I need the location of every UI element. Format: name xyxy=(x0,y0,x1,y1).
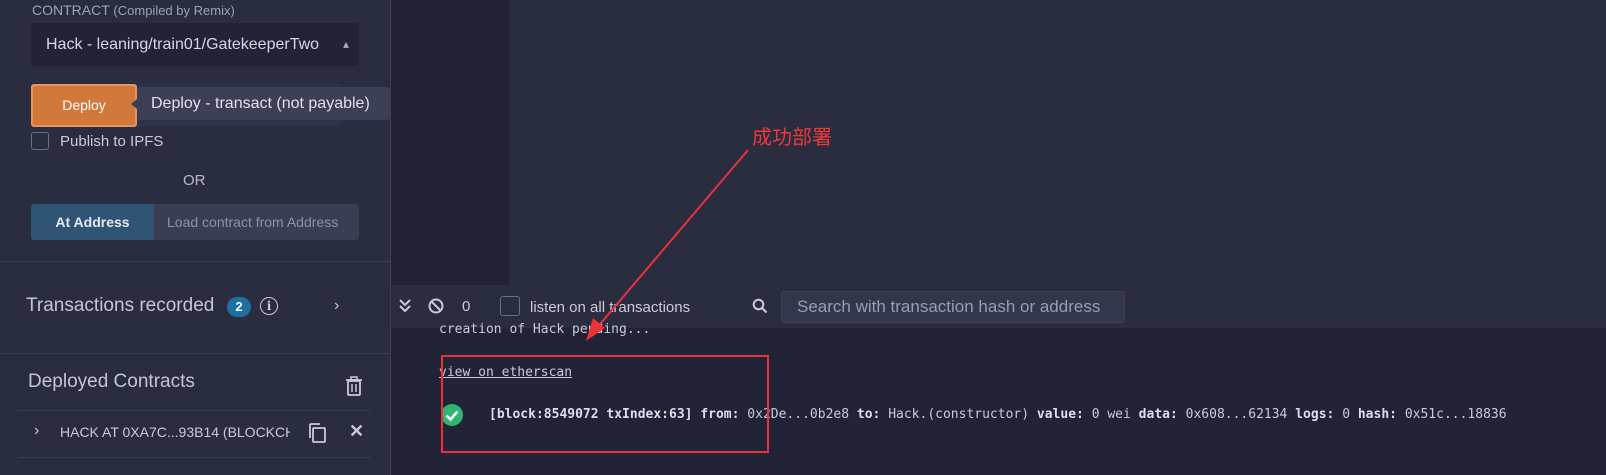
at-address-input[interactable] xyxy=(154,204,359,240)
tx-to-key: to: xyxy=(856,407,881,422)
at-address-button[interactable]: At Address xyxy=(31,204,154,240)
tx-value-key: value: xyxy=(1036,407,1084,422)
transactions-count-badge: 2 xyxy=(227,297,251,317)
deployed-contracts-label: Deployed Contracts xyxy=(28,371,195,392)
annotation-highlight-box xyxy=(441,355,769,453)
listen-all-checkbox[interactable] xyxy=(500,296,520,316)
contract-compiled-note: (Compiled by Remix) xyxy=(113,3,235,18)
deploy-tooltip: Deploy - transact (not payable) xyxy=(131,87,390,120)
divider xyxy=(0,353,390,354)
contract-select[interactable]: Hack - leaning/train01/GatekeeperTwo ▴▾ xyxy=(31,23,359,66)
deployed-instance-label[interactable]: HACK AT 0XA7C...93B14 (BLOCKCHAIN) xyxy=(60,424,290,440)
pending-transactions-count: 0 xyxy=(462,298,471,315)
contract-label: CONTRACT (Compiled by Remix) xyxy=(32,2,235,18)
annotation-text: 成功部署 xyxy=(752,127,832,149)
tx-hash-value: 0x51c...18836 xyxy=(1404,407,1507,422)
clear-console-icon[interactable] xyxy=(428,298,444,314)
or-separator: OR xyxy=(183,172,206,189)
collapse-icon[interactable] xyxy=(398,297,412,313)
tx-logs-key: logs: xyxy=(1295,407,1335,422)
remix-ide: CONTRACT (Compiled by Remix) Hack - lean… xyxy=(0,0,1606,475)
listen-all-label: listen on all transactions xyxy=(530,299,691,316)
contract-label-text: CONTRACT xyxy=(32,2,110,18)
copy-icon[interactable] xyxy=(307,422,327,444)
pending-log-line: creation of Hack pending... xyxy=(439,322,651,337)
search-icon xyxy=(752,298,768,314)
chevron-right-icon[interactable]: › xyxy=(34,422,39,440)
editor-gutter xyxy=(391,0,509,285)
publish-ipfs-checkbox[interactable] xyxy=(31,132,49,150)
transactions-recorded-label[interactable]: Transactions recorded xyxy=(26,295,214,317)
transaction-search-input[interactable] xyxy=(781,291,1125,323)
tx-to-value: Hack.(constructor) xyxy=(888,407,1030,422)
divider xyxy=(0,261,390,262)
tx-data-key: data: xyxy=(1138,407,1178,422)
trash-icon[interactable] xyxy=(345,376,363,396)
contract-select-value: Hack - leaning/train01/GatekeeperTwo xyxy=(46,36,320,53)
deploy-button[interactable]: Deploy xyxy=(31,84,137,127)
tx-value-value: 0 wei xyxy=(1091,407,1131,422)
editor-area[interactable] xyxy=(509,0,1606,285)
tx-logs-value: 0 xyxy=(1342,407,1351,422)
close-icon[interactable]: ✕ xyxy=(349,421,364,442)
tx-data-value: 0x608...62134 xyxy=(1185,407,1288,422)
publish-ipfs-label: Publish to IPFS xyxy=(60,133,164,150)
select-arrows-icon: ▴▾ xyxy=(342,37,349,51)
chevron-right-icon[interactable]: › xyxy=(334,297,339,315)
info-icon[interactable]: i xyxy=(260,297,278,315)
tx-hash-key: hash: xyxy=(1357,407,1397,422)
